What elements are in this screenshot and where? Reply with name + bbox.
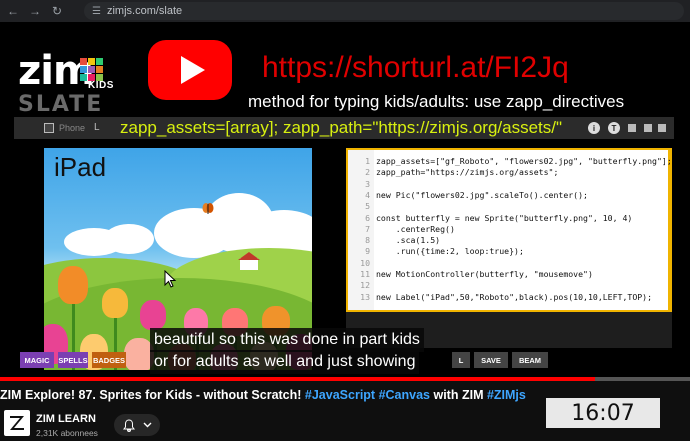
badges-button[interactable]: BADGES: [92, 352, 126, 368]
code-line[interactable]: 12: [348, 280, 376, 291]
reload-icon[interactable]: ↻: [48, 2, 66, 20]
title-mid: with ZIM: [430, 388, 487, 402]
code-text: zapp_assets=["gf_Roboto", "flowers02.jpg…: [376, 156, 672, 166]
line-number: 10: [360, 257, 370, 268]
butterfly-sprite-icon: [202, 203, 214, 214]
forward-icon[interactable]: →: [26, 2, 44, 20]
line-number: 6: [365, 212, 370, 223]
code-line[interactable]: 1 zapp_assets=["gf_Roboto", "flowers02.jp…: [348, 156, 672, 167]
code-line[interactable]: 13 new Label("iPad",50,"Roboto",black).po…: [348, 292, 652, 303]
line-number: 4: [365, 189, 370, 200]
editor-toolbar: Phone L zapp_assets=[array]; zapp_path="…: [14, 117, 674, 139]
line-number: 8: [365, 235, 370, 246]
url-text: zimjs.com/slate: [106, 5, 183, 17]
title-text: ZIM Explore! 87. Sprites for Kids - with…: [0, 388, 305, 402]
method-caption: method for typing kids/adults: use zapp_…: [248, 92, 625, 111]
logo-kids: KIDS: [88, 80, 114, 91]
line-number: 2: [365, 167, 370, 178]
save-button[interactable]: SAVE: [474, 352, 508, 368]
video-title[interactable]: ZIM Explore! 87. Sprites for Kids - with…: [0, 388, 526, 402]
code-line[interactable]: 2 zapp_path="https://zimjs.org/assets";: [348, 167, 558, 178]
magic-button[interactable]: MAGIC: [20, 352, 54, 368]
phone-checkbox[interactable]: [44, 123, 54, 133]
code-text: new Pic("flowers02.jpg".scaleTo().center…: [376, 189, 588, 200]
line-number: 7: [365, 223, 370, 234]
code-text: .run({time:2, loop:true});: [376, 246, 524, 257]
video-frame[interactable]: zim KIDS SLATE https://shorturl.at/FI2Jq…: [0, 22, 690, 380]
channel-avatar[interactable]: [4, 410, 30, 436]
timestamp-overlay: 16:07: [546, 398, 660, 428]
code-text: .centerReg(): [376, 223, 455, 234]
line-number: 11: [360, 269, 370, 279]
code-line[interactable]: 9 .run({time:2, loop:true});: [348, 246, 524, 257]
line-number: 3: [365, 178, 370, 189]
code-line[interactable]: 8 .sca(1.5): [348, 235, 440, 246]
channel-name[interactable]: ZIM LEARN: [36, 413, 96, 425]
line-number: 12: [360, 280, 370, 291]
subscriber-count: 2,31K abonnees: [36, 428, 98, 438]
copy-icon[interactable]: [644, 124, 652, 132]
code-text: new Label("iPad",50,"Roboto",black).pos(…: [376, 291, 653, 302]
expand-icon[interactable]: [658, 124, 666, 132]
chevron-down-icon: [143, 422, 151, 428]
browser-toolbar: ← → ↻ ☰ zimjs.com/slate: [0, 0, 690, 22]
code-line[interactable]: 3: [348, 179, 376, 190]
back-icon[interactable]: ←: [4, 2, 22, 20]
beam-button[interactable]: BEAM: [512, 352, 548, 368]
square-icon[interactable]: [628, 124, 636, 132]
line-number: 1: [365, 156, 370, 166]
notification-button[interactable]: [114, 414, 160, 436]
code-line[interactable]: 7 .centerReg(): [348, 224, 455, 235]
subtitle-line-1: beautiful so this was done in part kids: [150, 328, 424, 352]
subtitle-line-2: or for adults as well and just showing: [150, 350, 420, 374]
zim-z-icon: [10, 416, 24, 430]
code-line[interactable]: 4 new Pic("flowers02.jpg".scaleTo().cente…: [348, 190, 588, 201]
l-button[interactable]: L: [452, 352, 470, 368]
code-editor[interactable]: 1 zapp_assets=["gf_Roboto", "flowers02.jp…: [346, 148, 672, 312]
l-label: L: [94, 122, 100, 133]
spells-button[interactable]: SPELLS: [58, 352, 88, 368]
bell-icon: [122, 418, 135, 432]
mouse-cursor-icon: [164, 270, 177, 288]
code-line[interactable]: 6 const butterfly = new Sprite("butterfly…: [348, 213, 632, 224]
info-icon[interactable]: i: [588, 122, 600, 134]
ipad-label: iPad: [54, 152, 107, 182]
code-line[interactable]: 5: [348, 201, 376, 212]
address-bar[interactable]: ☰ zimjs.com/slate: [84, 2, 684, 20]
line-number: 9: [365, 246, 370, 257]
line-number: 13: [360, 291, 370, 302]
text-icon[interactable]: T: [608, 122, 620, 134]
youtube-play-icon: [148, 40, 232, 100]
zapp-directives-caption: zapp_assets=[array]; zapp_path="https://…: [120, 118, 563, 137]
line-number: 5: [365, 201, 370, 212]
code-text: .sca(1.5): [376, 235, 441, 246]
logo-color-squares: [80, 58, 103, 81]
code-text: zapp_path="https://zimjs.org/assets";: [376, 167, 559, 178]
phone-label: Phone: [59, 123, 86, 133]
code-line[interactable]: 11 new MotionController(butterfly, "mouse…: [348, 269, 593, 280]
logo-slate: SLATE: [18, 92, 104, 117]
code-text: new MotionController(butterfly, "mousemo…: [376, 269, 593, 279]
code-text: const butterfly = new Sprite("butterfly.…: [376, 212, 633, 223]
hashtag-zimjs[interactable]: #ZIMjs: [487, 388, 526, 402]
code-line[interactable]: 10: [348, 258, 376, 269]
short-url: https://shorturl.at/FI2Jq: [262, 51, 569, 84]
site-info-icon[interactable]: ☰: [92, 6, 101, 17]
hashtag-canvas[interactable]: #Canvas: [379, 388, 430, 402]
hashtag-javascript[interactable]: #JavaScript: [305, 388, 375, 402]
